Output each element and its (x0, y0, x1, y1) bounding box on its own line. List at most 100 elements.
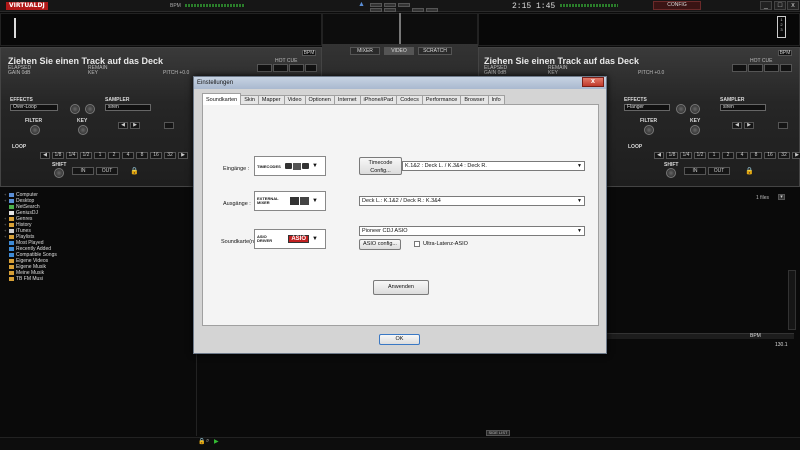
crossfader-indicator[interactable] (412, 8, 424, 12)
deck-right-sampler-rec[interactable] (778, 122, 788, 129)
lock-bottom-icon[interactable]: 🔒 (198, 438, 205, 445)
list-row-bpm[interactable]: 130.1 (775, 342, 788, 348)
deck-left-hotcue-next[interactable] (305, 64, 317, 72)
deck-right-loop-in[interactable]: IN (684, 167, 706, 175)
deck-left-loop-in[interactable]: IN (72, 167, 94, 175)
outputs-routing-select[interactable]: Deck L.: K.1&2 / Deck R.: K.3&4 ▼ (359, 196, 585, 206)
tab-scratch[interactable]: SCRATCH (418, 47, 452, 55)
loop-right-button[interactable]: 32 (778, 152, 790, 159)
deck-right-bpm-button[interactable]: BPM (778, 50, 792, 56)
minimize-button[interactable]: _ (760, 1, 772, 10)
deck-right-hotcue-2[interactable] (748, 64, 763, 72)
deck-left-loop-out[interactable]: OUT (96, 167, 118, 175)
waveform-right[interactable] (478, 13, 800, 46)
eject-icon[interactable]: ▲ (358, 1, 366, 8)
close-app-button[interactable]: x (787, 1, 799, 10)
deck-right-effect-select[interactable]: Flanger (624, 104, 670, 111)
folder-item[interactable]: TB FM Musi (4, 276, 194, 282)
deck-left-filter-knob[interactable] (30, 125, 40, 135)
inputs-image-select[interactable]: TIMECODES ▼ (254, 156, 326, 176)
loop-left-button[interactable]: 2 (108, 152, 120, 159)
loop-left-button[interactable]: 16 (150, 152, 162, 159)
deck-right-effect-param1[interactable] (676, 104, 686, 114)
loop-right-button[interactable]: 16 (764, 152, 776, 159)
maximize-button[interactable]: □ (774, 1, 786, 10)
expand-icon[interactable]: + (4, 234, 8, 240)
broadcast-indicator[interactable] (384, 3, 396, 7)
tab-video[interactable]: VIDEO (384, 47, 414, 55)
deck-right-sampler-select[interactable]: siren (720, 104, 766, 111)
browser-menu-icon[interactable]: ▾ (778, 194, 785, 200)
deck-left-sampler-select[interactable]: siren (105, 104, 151, 111)
loop-right-button[interactable]: 2 (722, 152, 734, 159)
effects-indicator[interactable] (426, 8, 438, 12)
deck-left-sampler-play[interactable]: ▶ (130, 122, 140, 129)
side-list-button[interactable]: SIDE LIST (486, 430, 510, 436)
deck-right-hotcue-1[interactable] (732, 64, 747, 72)
deck-right-key-knob[interactable] (690, 125, 700, 135)
loop-left-button[interactable]: 1 (94, 152, 106, 159)
sideview-toggle[interactable] (788, 270, 796, 330)
record-indicator[interactable] (370, 3, 382, 7)
broadcast-indicator-2[interactable] (384, 8, 396, 12)
ultra-latency-label[interactable]: Ultra-Latenz-ASIO (423, 241, 468, 247)
outputs-image-select[interactable]: EXTERNAL MIXER ▼ (254, 191, 326, 211)
deck-left-hotcue-2[interactable] (273, 64, 288, 72)
waveform-left[interactable] (0, 13, 322, 46)
play-preview-icon[interactable]: ▶ (214, 438, 219, 445)
expand-icon[interactable]: + (4, 198, 8, 204)
deck-right-hotcue-next[interactable] (780, 64, 792, 72)
tab-soundkarten[interactable]: Soundkarten (202, 93, 242, 105)
loop-right-prev[interactable]: ◀ (654, 152, 664, 159)
deck-left-effect-param1[interactable] (70, 104, 80, 114)
record-indicator-2[interactable] (370, 8, 382, 12)
loop-right-next[interactable]: ▶ (792, 152, 800, 159)
deck-right-filter-knob[interactable] (644, 125, 654, 135)
tab-mixer[interactable]: MIXER (350, 47, 380, 55)
loop-left-button[interactable]: 1/8 (52, 152, 64, 159)
deck-right-sampler-prev[interactable]: ◀ (732, 122, 742, 129)
deck-left-sampler-prev[interactable]: ◀ (118, 122, 128, 129)
ok-button[interactable]: OK (379, 334, 420, 345)
loop-left-button[interactable]: 1/4 (66, 152, 78, 159)
loop-right-button[interactable]: 8 (750, 152, 762, 159)
dialog-close-button[interactable]: x (582, 77, 604, 87)
deck-right-hotcue-3[interactable] (764, 64, 779, 72)
loop-left-prev[interactable]: ◀ (40, 152, 50, 159)
deck-right-shift-button[interactable] (666, 168, 676, 178)
loop-right-button[interactable]: 1/2 (694, 152, 706, 159)
timecode-config-button[interactable]: Timecode Config... (359, 157, 402, 175)
loop-left-button[interactable]: 1/2 (80, 152, 92, 159)
soundcard-select[interactable]: Pioneer CDJ ASIO ▼ (359, 226, 585, 236)
loop-left-button[interactable]: 32 (164, 152, 176, 159)
ultra-latency-checkbox[interactable] (414, 241, 420, 247)
loop-right-button[interactable]: 4 (736, 152, 748, 159)
loop-left-next[interactable]: ▶ (178, 152, 188, 159)
loop-left-button[interactable]: 4 (122, 152, 134, 159)
config-button[interactable]: CONFIG (653, 1, 701, 10)
inputs-routing-select[interactable]: K.1&2 : Deck L. / K.3&4 : Deck R. ▼ (402, 161, 585, 171)
soundcard-image-select[interactable]: ASIO DRIVER ASIO ▼ (254, 229, 326, 249)
loop-right-button[interactable]: 1/4 (680, 152, 692, 159)
deck-left-sampler-rec[interactable] (164, 122, 174, 129)
apply-button[interactable]: Anwenden (373, 280, 429, 295)
deck-left-bpm-button[interactable]: BPM (302, 50, 316, 56)
loop-left-button[interactable]: 8 (136, 152, 148, 159)
loop-right-button[interactable]: 1 (708, 152, 720, 159)
loop-right-button[interactable]: 1/8 (666, 152, 678, 159)
asio-config-button[interactable]: ASIO config... (359, 239, 401, 250)
deck-right-loop-out[interactable]: OUT (708, 167, 730, 175)
deck-left-hotcue-3[interactable] (289, 64, 304, 72)
deck-left-effect-select[interactable]: Over-Loop (10, 104, 58, 111)
lock-icon-right[interactable]: 🔒 (745, 167, 754, 175)
lock-icon[interactable]: 🔒 (130, 167, 139, 175)
deck-left-hotcue-1[interactable] (257, 64, 272, 72)
deck-left-effect-param2[interactable] (85, 104, 95, 114)
deck-right-sampler-play[interactable]: ▶ (744, 122, 754, 129)
deck-right-effect-param2[interactable] (690, 104, 700, 114)
search-icon[interactable]: ⌕ (206, 438, 209, 445)
deck-left-key-knob[interactable] (78, 125, 88, 135)
list-header-bpm[interactable]: BPM (750, 333, 761, 339)
deck-left-shift-button[interactable] (54, 168, 64, 178)
master-indicator[interactable] (398, 3, 410, 7)
